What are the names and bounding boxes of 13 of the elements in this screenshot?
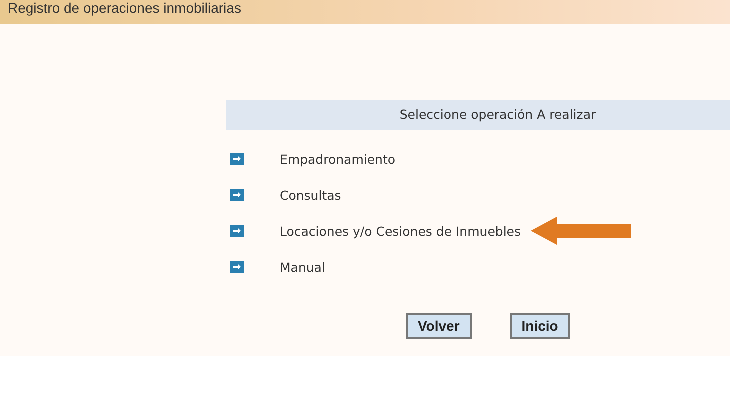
arrow-icon[interactable] [230,225,244,237]
menu-link[interactable]: Empadronamiento [280,152,396,166]
nav-button[interactable]: Volver [406,313,472,339]
menu-link[interactable]: Manual [280,260,326,274]
menu-link[interactable]: Locaciones y/o Cesiones de Inmuebles [280,224,522,238]
arrow-icon [531,217,632,245]
menu-link[interactable]: Consultas [280,188,342,202]
nav-button[interactable]: Inicio [510,313,570,339]
arrow-icon[interactable] [230,189,244,201]
page-title: Registro de operaciones inmobiliarias [8,0,242,16]
arrow-icon[interactable] [230,261,244,273]
arrow-icon[interactable] [230,153,244,165]
panel-heading: Seleccione operación A realizar [226,100,730,130]
